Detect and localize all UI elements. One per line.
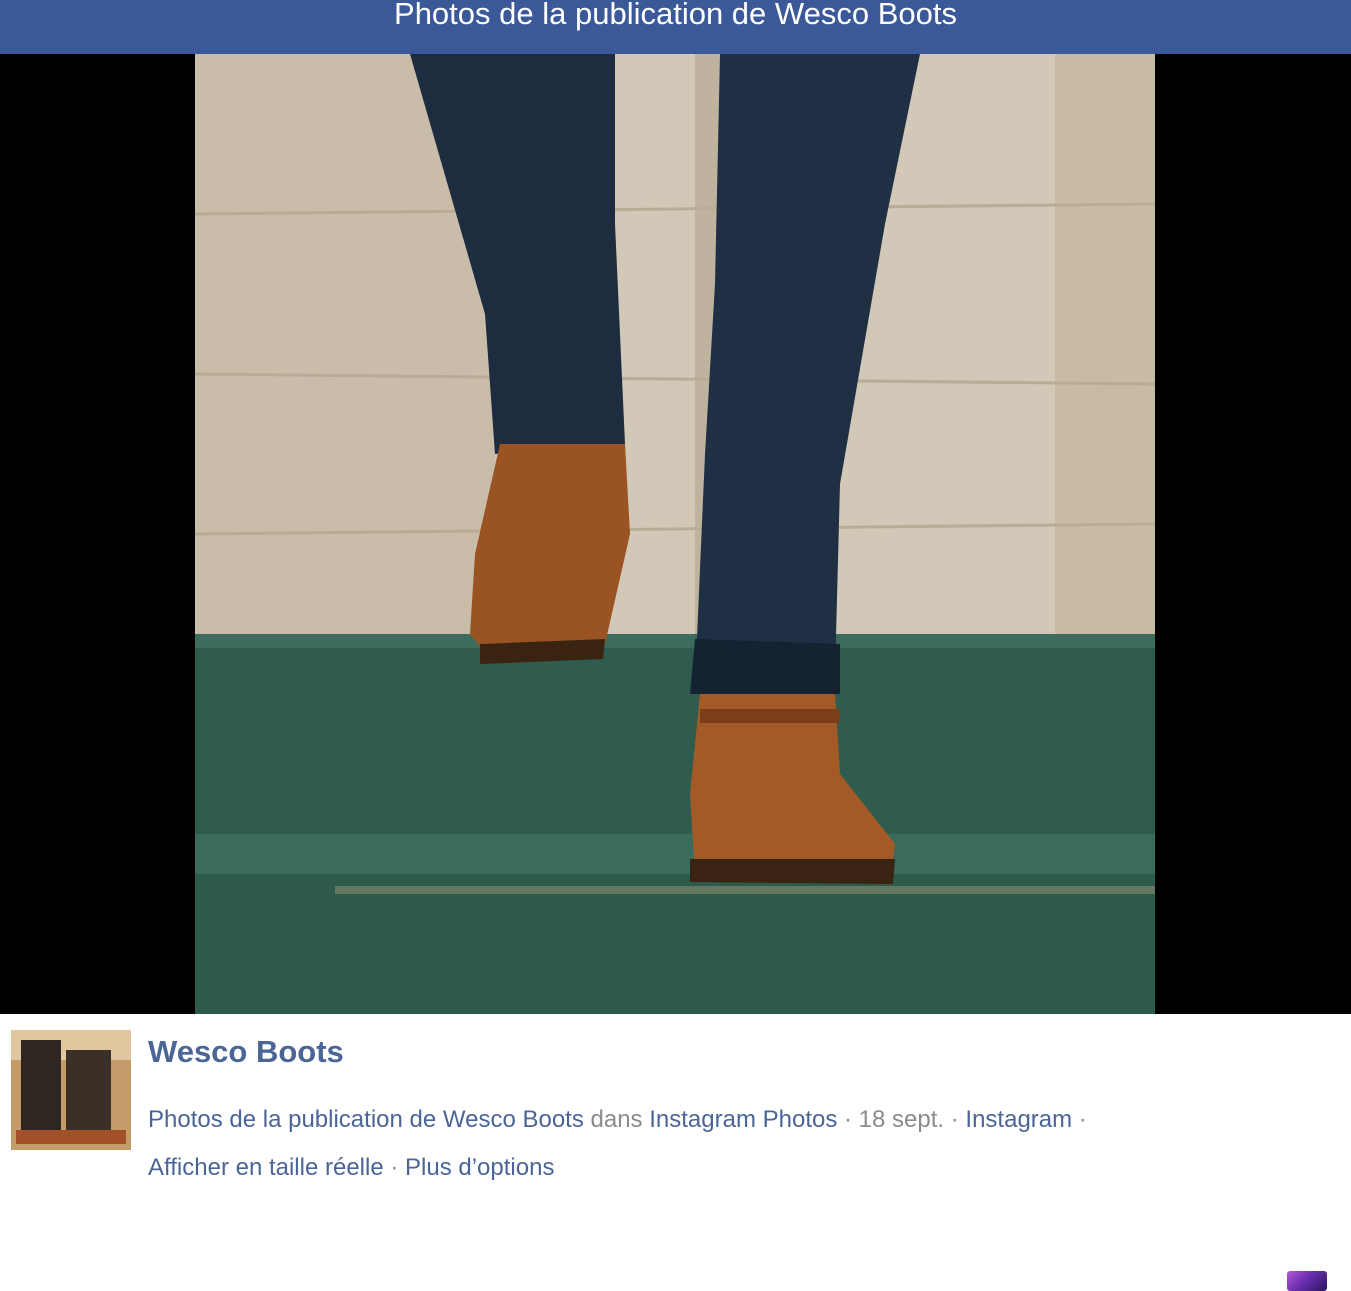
- post-meta: Photos de la publication de Wesco Boots …: [148, 1096, 1148, 1192]
- separator: ·: [383, 1154, 406, 1181]
- more-options-link[interactable]: Plus d’options: [405, 1154, 554, 1181]
- top-header-bar: Photos de la publication de Wesco Boots: [0, 0, 1351, 54]
- separator: ·: [944, 1106, 966, 1133]
- album-link[interactable]: Photos de la publication de Wesco Boots: [148, 1106, 584, 1133]
- avatar-image: [11, 1030, 131, 1150]
- photo-image: [195, 54, 1155, 1014]
- header-title: Photos de la publication de Wesco Boots: [394, 0, 957, 31]
- photo-viewer[interactable]: [0, 54, 1351, 1014]
- page-name-link[interactable]: Wesco Boots: [148, 1034, 344, 1070]
- separator: ·: [837, 1106, 859, 1133]
- full-size-link[interactable]: Afficher en taille réelle: [148, 1154, 384, 1181]
- page-avatar[interactable]: [11, 1030, 131, 1150]
- corner-app-icon[interactable]: [1287, 1271, 1327, 1291]
- in-word: dans: [590, 1106, 643, 1133]
- post-date[interactable]: 18 sept.: [859, 1106, 944, 1133]
- post-info-panel: Wesco Boots Photos de la publication de …: [0, 1014, 1351, 1291]
- main-photo[interactable]: [195, 54, 1155, 1014]
- separator: ·: [1072, 1106, 1087, 1133]
- source-link[interactable]: Instagram: [965, 1106, 1072, 1133]
- album-name-link[interactable]: Instagram Photos: [649, 1106, 837, 1133]
